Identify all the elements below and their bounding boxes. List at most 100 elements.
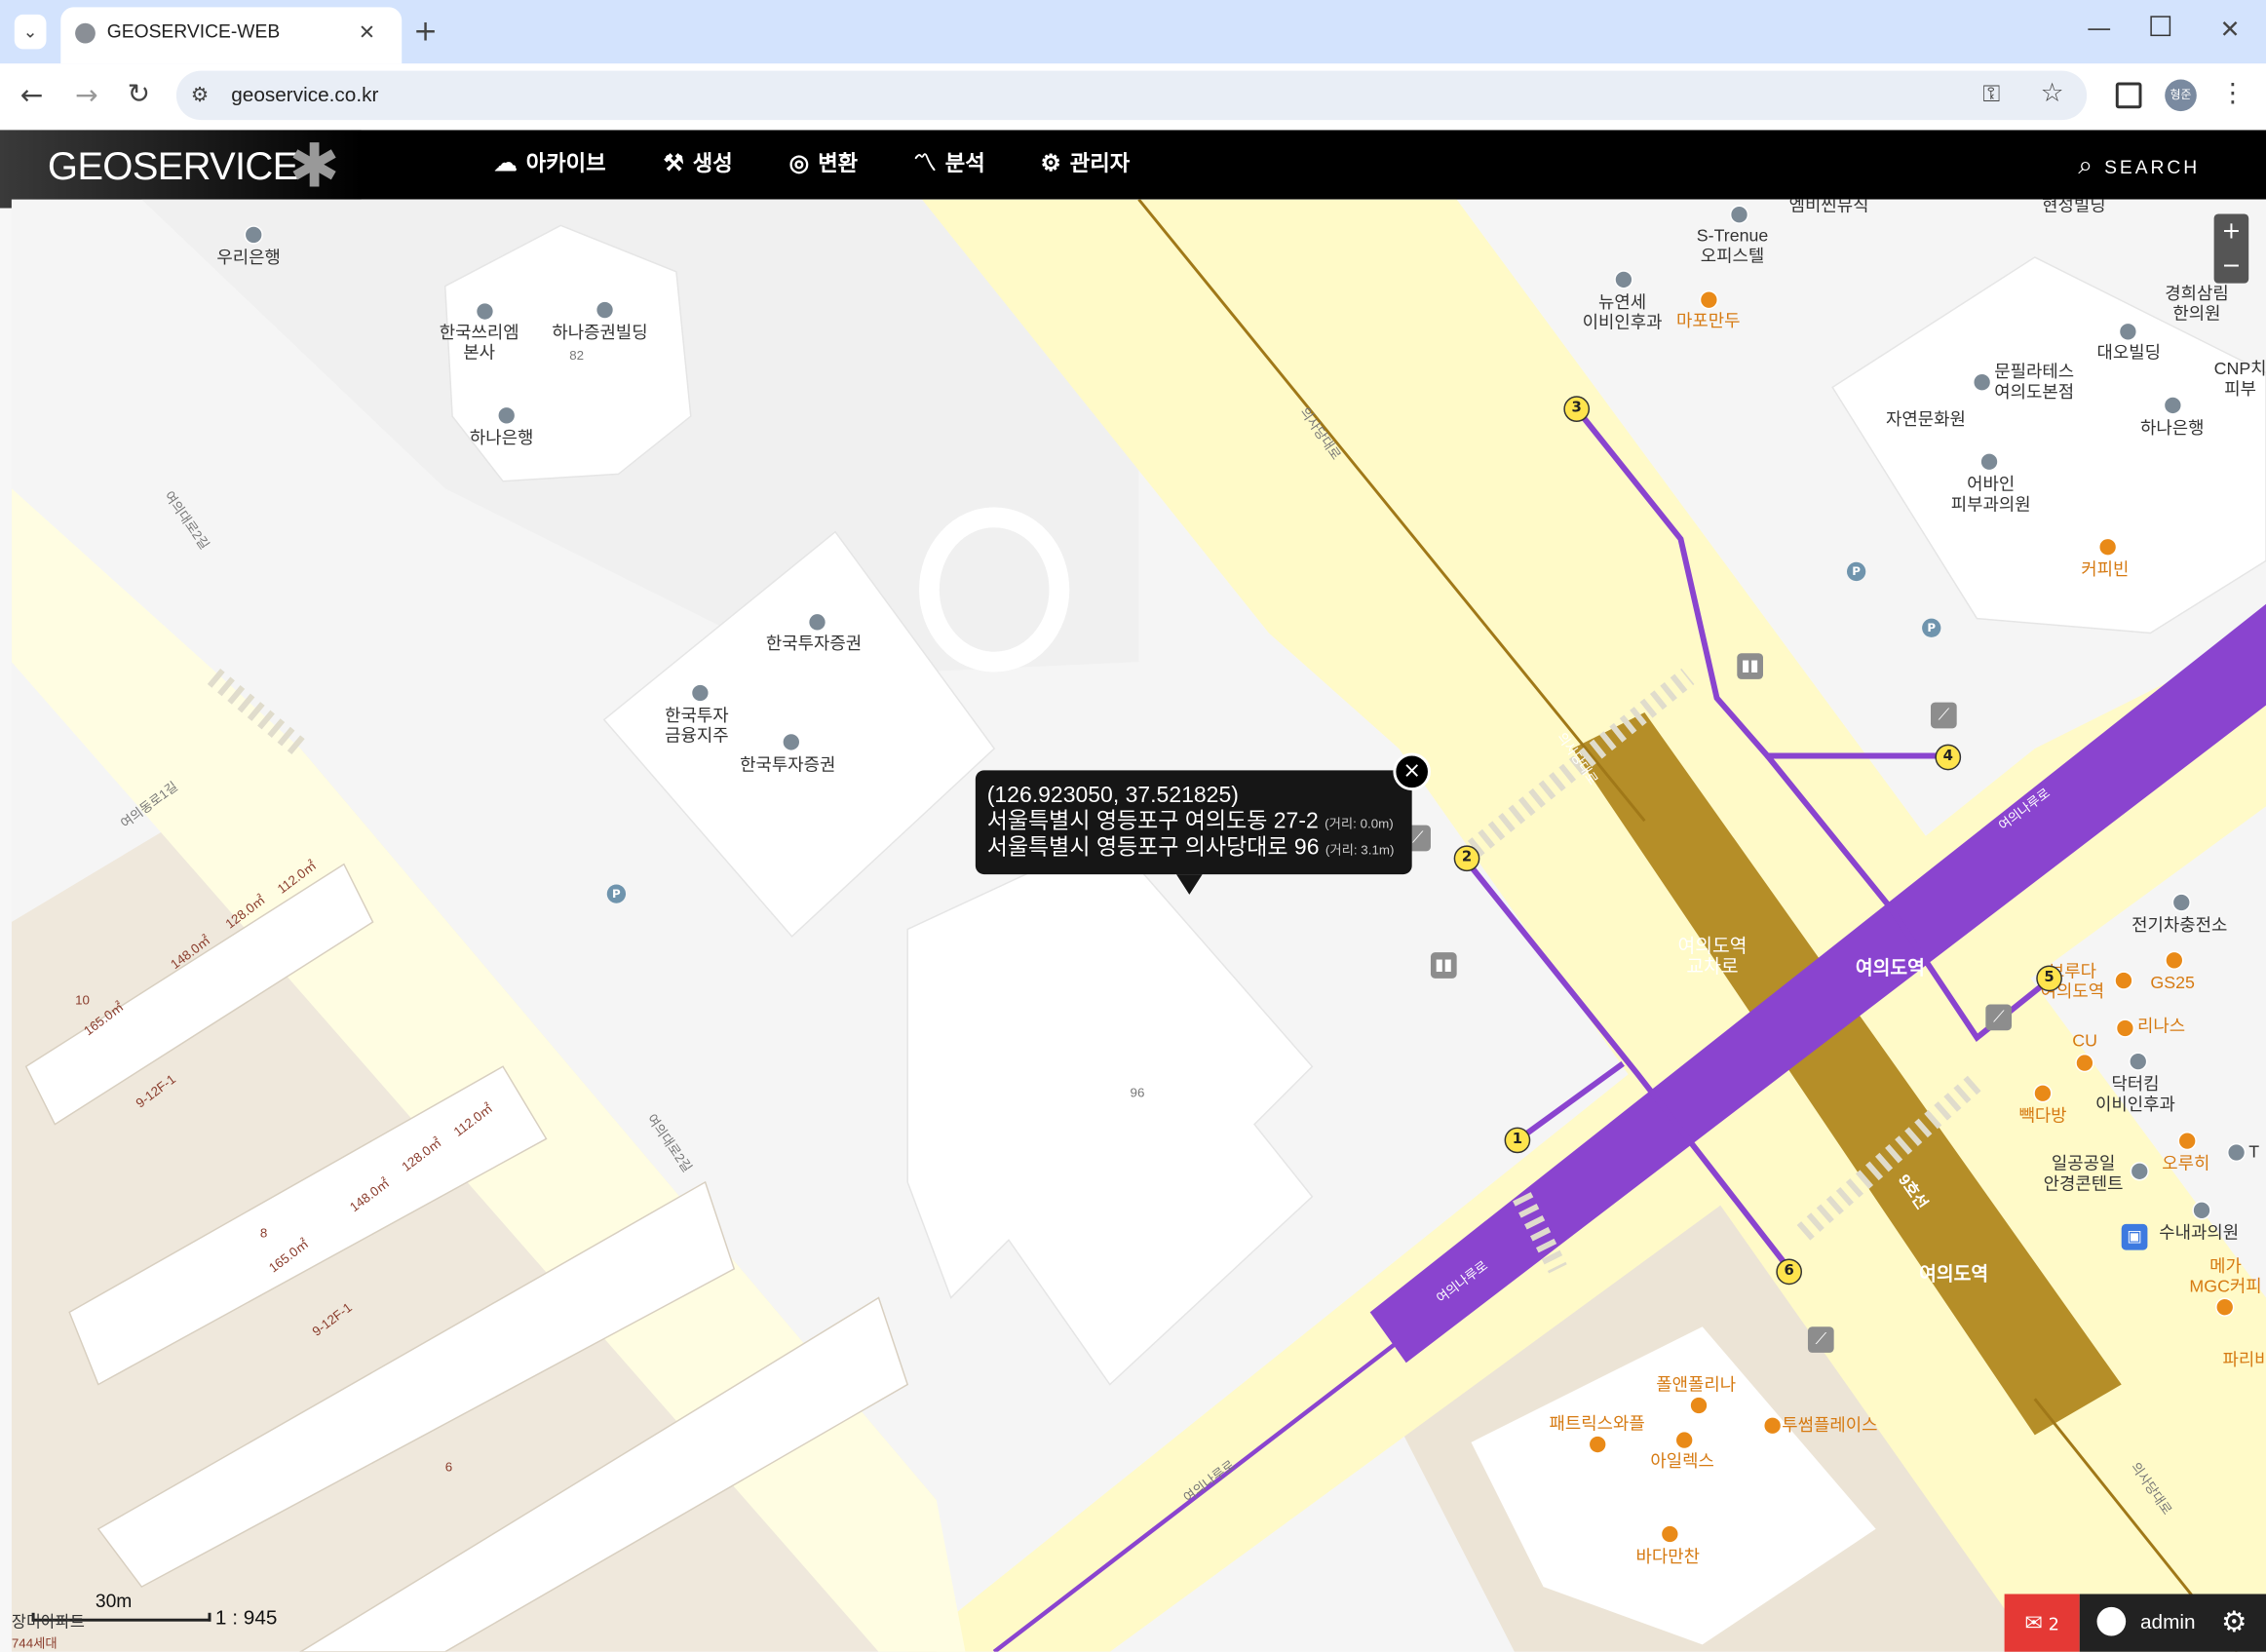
settings-gear-icon[interactable]: ⚙	[2221, 1604, 2247, 1639]
label-ohruhi[interactable]: 오루히	[2162, 1153, 2209, 1173]
popup-close-button[interactable]: ×	[1393, 752, 1431, 791]
exit-4-marker[interactable]: 4	[1935, 744, 1962, 771]
label-apt[interactable]: 장미아파트	[12, 1613, 85, 1633]
back-icon[interactable]: ←	[20, 81, 44, 110]
label-3m[interactable]: 한국쓰리엠 본사	[440, 323, 519, 364]
user-menu[interactable]: admin ⚙	[2079, 1594, 2266, 1652]
bank-icon	[244, 225, 263, 245]
notification-button[interactable]: ✉ 2	[2004, 1594, 2080, 1652]
label-daeo[interactable]: 대오빌딩	[2097, 342, 2161, 363]
exit-1-marker[interactable]: 1	[1504, 1127, 1531, 1154]
label-patrix[interactable]: 패트릭스와플	[1550, 1413, 1645, 1434]
site-info-icon[interactable]: ⚙	[191, 81, 210, 110]
label-eye[interactable]: 일공공일 안경콘텐트	[2044, 1153, 2124, 1194]
app-navbar: GEOSERVICE ✱ ☁ 아카이브 ⚒ 생성 ◎ 변환 〽 분석 ⚙ 관리자 ⌕ SEA…	[0, 130, 2266, 209]
label-station9[interactable]: 여의도역	[1919, 1264, 1988, 1285]
label-hana-bank2[interactable]: 하나은행	[2140, 418, 2204, 439]
label-cnp[interactable]: CNP치 피부	[2214, 359, 2266, 400]
tools-icon: ⚒	[663, 151, 684, 176]
label-mapo-mandu[interactable]: 마포만두	[1676, 311, 1740, 331]
browser-tab[interactable]: GEOSERVICE-WEB ✕	[60, 7, 403, 64]
label-kis1[interactable]: 한국투자증권	[766, 633, 862, 653]
store-icon	[1674, 1430, 1694, 1450]
parcel-number: 6	[444, 1459, 453, 1475]
parking-icon: P	[606, 884, 627, 903]
popup-jibun: 서울특별시 영등포구 여의도동 27-2	[986, 809, 1319, 834]
parcel-number: 82	[569, 348, 585, 364]
label-hana-bank[interactable]: 하나은행	[470, 428, 533, 448]
label-kis-hold[interactable]: 한국투자 금융지주	[665, 706, 728, 747]
reload-icon[interactable]: ↻	[127, 80, 150, 109]
label-ailex[interactable]: 아일렉스	[1650, 1451, 1713, 1472]
label-t[interactable]: T	[2248, 1141, 2259, 1162]
label-newense[interactable]: 뉴연세 이비인후과	[1583, 292, 1663, 333]
label-bbaek[interactable]: 빽다방	[2018, 1105, 2066, 1126]
forward-icon[interactable]: →	[75, 81, 98, 110]
building-icon	[2226, 1142, 2247, 1163]
label-jayeon[interactable]: 자연문화원	[1886, 409, 1966, 430]
label-piano[interactable]: 엠비씬뮤직	[1789, 200, 1869, 215]
parcel-number: 10	[75, 992, 90, 1008]
label-station5[interactable]: 여의도역	[1856, 957, 1925, 979]
nav-create[interactable]: ⚒ 생성	[664, 150, 733, 179]
hospital-icon	[2129, 1052, 2148, 1071]
key-icon[interactable]: ⚿	[1982, 80, 2000, 109]
zoom-in-button[interactable]: +	[2214, 213, 2249, 249]
building-icon	[475, 301, 495, 322]
label-sunae[interactable]: 수내과의원	[2159, 1222, 2239, 1243]
address-popup: (126.923050, 37.521825) 서울특별시 영등포구 여의도동 …	[975, 770, 1412, 895]
nav-admin[interactable]: ⚙ 관리자	[1041, 150, 1131, 179]
tab-list-icon[interactable]: ⌄	[14, 14, 47, 50]
exit-2-marker[interactable]: 2	[1453, 845, 1480, 872]
label-urban[interactable]: 어바인 피부과의원	[1951, 474, 2031, 515]
label-coffeebean[interactable]: 커피빈	[2081, 559, 2129, 580]
maximize-icon[interactable]	[2150, 16, 2171, 37]
address-bar[interactable]: ⚙ geoservice.co.kr ⚿ ☆	[175, 70, 2088, 121]
restroom-icon: ▮▮	[1430, 952, 1457, 979]
building-icon	[690, 683, 711, 703]
nav-label: 관리자	[1069, 151, 1131, 176]
label-polen[interactable]: 폴앤폴리나	[1656, 1374, 1736, 1395]
nav-convert[interactable]: ◎ 변환	[789, 150, 859, 179]
label-mega[interactable]: 메가 MGC커피	[2189, 1256, 2261, 1297]
nav-archive[interactable]: ☁ 아카이브	[494, 150, 605, 179]
minimize-icon[interactable]: —	[2087, 15, 2111, 44]
exit-3-marker[interactable]: 3	[1563, 396, 1591, 422]
label-strenue[interactable]: S-Trenue 오피스텔	[1697, 225, 1769, 266]
side-panel-icon[interactable]	[2115, 82, 2142, 109]
exit-5-marker[interactable]: 5	[2036, 965, 2062, 992]
nav-label: 아카이브	[525, 151, 606, 176]
scale-distance: 30m	[95, 1590, 133, 1612]
convert-icon: ◎	[788, 151, 810, 176]
profile-avatar[interactable]: 형준	[2165, 79, 2197, 112]
exit-6-marker[interactable]: 6	[1776, 1258, 1803, 1286]
zoom-out-button[interactable]: −	[2214, 249, 2249, 284]
label-twosome[interactable]: 투썸플레이스	[1782, 1415, 1877, 1436]
label-hana-sec[interactable]: 하나증권빌딩	[552, 323, 647, 343]
nav-analysis[interactable]: 〽 분석	[913, 150, 985, 179]
label-pilates[interactable]: 문필라테스 여의도본점	[1994, 362, 2074, 403]
label-bada[interactable]: 바다만찬	[1636, 1547, 1700, 1567]
logo[interactable]: GEOSERVICE ✱	[0, 130, 362, 209]
label-paris[interactable]: 파리바	[2223, 1350, 2266, 1370]
label-woori[interactable]: 우리은행	[216, 248, 280, 268]
label-rinas[interactable]: 리나스	[2137, 1016, 2185, 1036]
globe-icon	[75, 22, 96, 44]
label-ev[interactable]: 전기차충전소	[2132, 915, 2227, 936]
bank-icon	[2163, 396, 2182, 415]
label-station-cross[interactable]: 여의도역 교차로	[1678, 936, 1748, 978]
label-kyunghee[interactable]: 경희삼림 한의원	[2165, 284, 2228, 325]
label-drkim[interactable]: 닥터킴 이비인후과	[2095, 1074, 2175, 1115]
label-gs25[interactable]: GS25	[2150, 973, 2195, 993]
new-tab-icon[interactable]: +	[413, 16, 438, 45]
menu-kebab-icon[interactable]: ⋮	[2220, 79, 2247, 109]
close-window-icon[interactable]: ✕	[2220, 16, 2241, 45]
label-kis2[interactable]: 한국투자증권	[740, 754, 835, 775]
map-canvas[interactable]: 우리은행 한국쓰리엠 본사 하나증권빌딩 82 하나은행 한국투자증권 한국투자…	[11, 199, 2266, 1652]
tab-close-icon[interactable]: ✕	[359, 19, 375, 48]
label-cu[interactable]: CU	[2072, 1030, 2097, 1051]
search-button[interactable]: ⌕ SEARCH	[2078, 150, 2200, 179]
bookmark-star-icon[interactable]: ☆	[2041, 79, 2064, 109]
label-hyunsung[interactable]: 현성빌딩	[2042, 200, 2105, 215]
nav-label: 변환	[818, 151, 859, 176]
